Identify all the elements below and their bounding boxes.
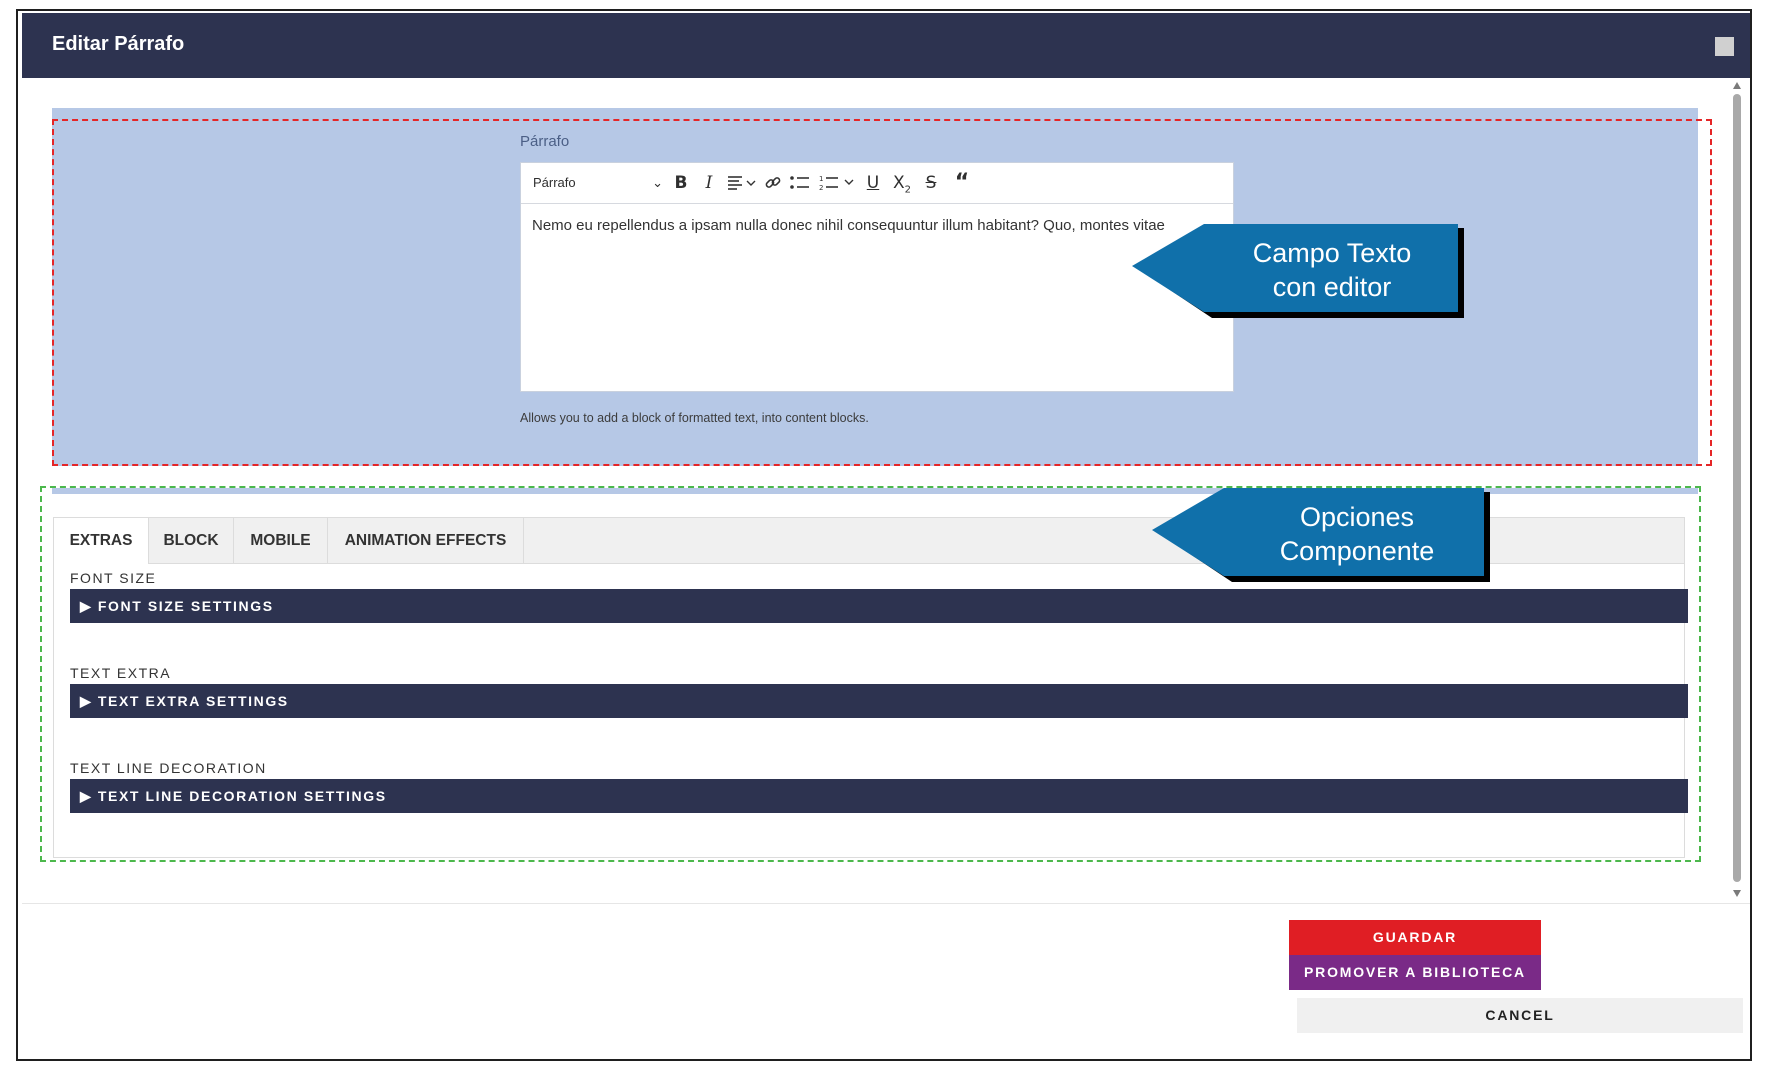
text-extra-settings-accordion[interactable]: ▶ TEXT EXTRA SETTINGS — [70, 684, 1688, 718]
svg-text:2: 2 — [819, 184, 823, 192]
italic-icon[interactable]: I — [697, 163, 721, 203]
format-select-value: Párrafo — [533, 175, 576, 190]
tab-block[interactable]: BLOCK — [149, 518, 234, 563]
scroll-down-icon[interactable] — [1733, 890, 1741, 897]
cancel-button[interactable]: CANCEL — [1297, 998, 1743, 1033]
editor-help-text: Allows you to add a block of formatted t… — [520, 411, 869, 425]
tab-animation-effects[interactable]: ANIMATION EFFECTS — [328, 518, 524, 563]
save-button[interactable]: GUARDAR — [1289, 920, 1541, 955]
dialog-title: Editar Párrafo — [52, 33, 185, 55]
maximize-icon[interactable] — [1715, 37, 1734, 56]
strikethrough-icon[interactable]: S — [919, 163, 943, 203]
bold-icon[interactable]: B — [669, 163, 693, 203]
numbered-list-icon[interactable]: 12 — [817, 163, 857, 203]
editor-content[interactable]: Nemo eu repellendus a ipsam nulla donec … — [532, 217, 1222, 234]
subscript-icon[interactable]: X2 — [889, 163, 915, 203]
editor-callout: Campo Texto con editor — [1130, 222, 1470, 322]
editor-toolbar: Párrafo ⌄ B I 12 U X2 S “ — [521, 163, 1233, 204]
text-line-decoration-settings-accordion[interactable]: ▶ TEXT LINE DECORATION SETTINGS — [70, 779, 1688, 813]
options-callout: Opciones Componente — [1150, 486, 1495, 586]
options-callout-line1: Opciones — [1299, 502, 1415, 532]
scroll-up-icon[interactable] — [1733, 82, 1741, 89]
promote-to-library-button[interactable]: PROMOVER A BIBLIOTECA — [1289, 955, 1541, 990]
tab-mobile[interactable]: MOBILE — [234, 518, 328, 563]
font-size-settings-accordion[interactable]: ▶ FONT SIZE SETTINGS — [70, 589, 1688, 623]
scroll-thumb[interactable] — [1733, 94, 1741, 882]
font-size-label: FONT SIZE — [70, 570, 157, 586]
svg-text:1: 1 — [819, 175, 823, 183]
editor-callout-line1: Campo Texto — [1252, 238, 1412, 268]
quote-icon[interactable]: “ — [949, 163, 975, 203]
text-line-decoration-label: TEXT LINE DECORATION — [70, 760, 267, 776]
rich-text-editor[interactable]: Párrafo ⌄ B I 12 U X2 S “ Nemo eu repell… — [520, 162, 1234, 392]
tab-extras[interactable]: EXTRAS — [54, 518, 149, 564]
chevron-down-icon: ⌄ — [652, 175, 663, 190]
options-callout-line2: Componente — [1279, 536, 1435, 566]
bullet-list-icon[interactable] — [787, 163, 813, 203]
align-icon[interactable] — [725, 163, 759, 203]
underline-icon[interactable]: U — [861, 163, 885, 203]
link-icon[interactable] — [761, 163, 785, 203]
format-select[interactable]: Párrafo ⌄ — [533, 163, 663, 203]
footer-divider — [22, 903, 1750, 904]
paragraph-field-label: Párrafo — [520, 133, 570, 150]
dialog-header: Editar Párrafo — [22, 13, 1750, 78]
scrollbar[interactable] — [1731, 82, 1743, 902]
text-extra-label: TEXT EXTRA — [70, 665, 172, 681]
editor-callout-line2: con editor — [1272, 272, 1392, 302]
